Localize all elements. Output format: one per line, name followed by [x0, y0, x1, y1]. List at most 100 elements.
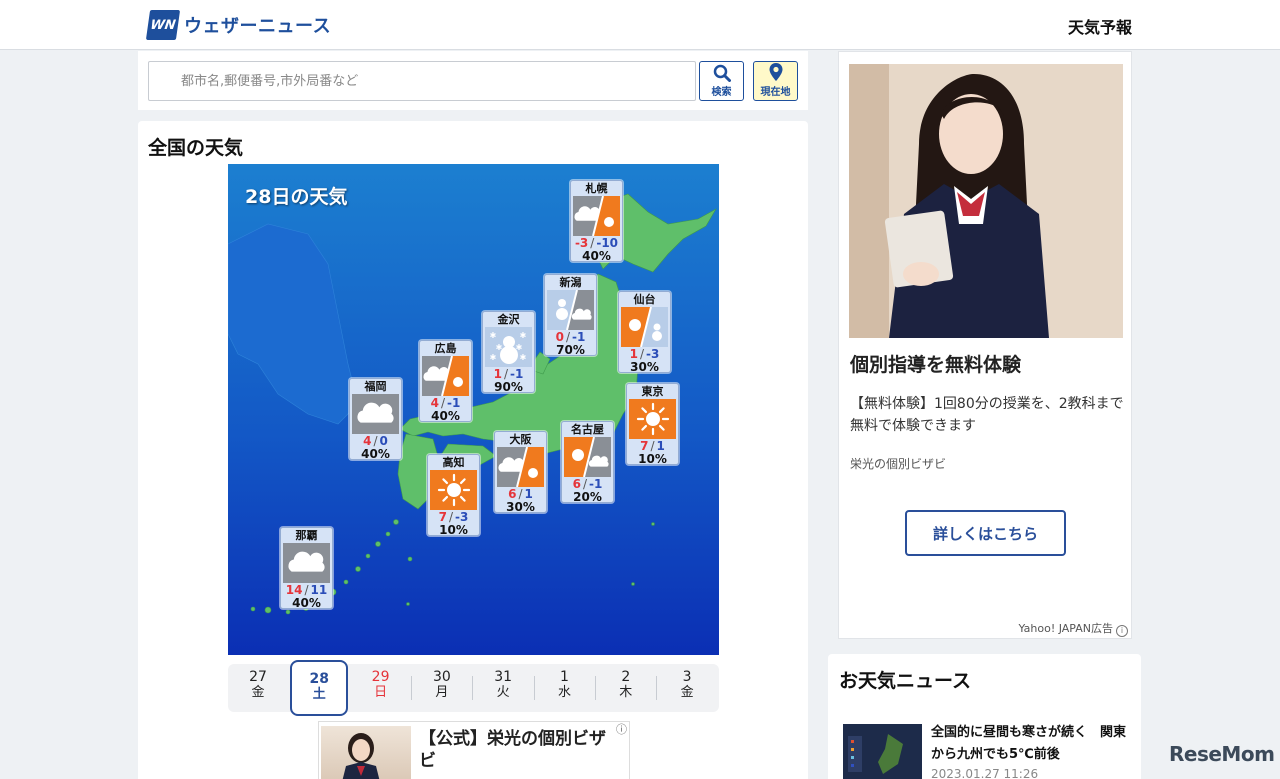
city-name: 高知 — [442, 456, 465, 469]
date-weekday: 火 — [496, 685, 510, 700]
high-temp: 6 — [508, 487, 517, 501]
date-weekday: 水 — [557, 685, 571, 700]
date-divider — [533, 676, 535, 700]
city-weather-card[interactable]: 広島 4/-1 40% — [419, 340, 472, 422]
news-headline[interactable]: 全国的に昼間も寒さが続く 関東から九州でも5℃前後 — [931, 722, 1131, 766]
high-temp: 4 — [363, 434, 372, 448]
city-weather-card[interactable]: 高知 7/-3 10% — [427, 454, 480, 536]
city-weather-card[interactable]: 東京 7/1 10% — [626, 383, 679, 465]
cloudy-then-sunny-icon — [573, 196, 620, 236]
map-title: 28日の天気 — [245, 186, 348, 208]
precip-chance: 40% — [582, 249, 611, 262]
ad-cta-button[interactable]: 詳しくはこちら — [905, 510, 1066, 556]
low-temp: -1 — [447, 396, 461, 410]
city-weather-card[interactable]: 札幌 -3/-10 40% — [570, 180, 623, 262]
city-weather-card[interactable]: 大阪 6/1 30% — [494, 431, 547, 513]
inline-ad-title: 【公式】栄光の個別ビザビ — [419, 729, 606, 771]
date-divider — [594, 676, 596, 700]
date-tab[interactable]: 2木 — [597, 670, 655, 706]
temperature: 1/-1 — [493, 367, 524, 381]
city-weather-card[interactable]: 新潟 0/-1 70% — [544, 274, 597, 356]
temperature: 14/11 — [285, 583, 328, 597]
temperature: 1/-3 — [629, 347, 660, 361]
city-weather-card[interactable]: 福岡 4/0 40% — [349, 378, 402, 460]
city-weather-card[interactable]: 名古屋 6/-1 20% — [561, 421, 614, 503]
high-temp: 7 — [438, 510, 447, 524]
site-logo[interactable]: WN ウェザーニュース — [145, 9, 332, 41]
date-weekday: 金 — [251, 685, 265, 700]
date-divider — [656, 676, 658, 700]
sidebar-ad[interactable]: 個別指導を無料体験 【無料体験】1回80分の授業を、2教科まで無料で体験できます… — [838, 51, 1132, 639]
current-location-label: 現在地 — [760, 87, 791, 98]
sunny-icon — [629, 399, 676, 439]
low-temp: -1 — [572, 330, 586, 344]
city-name: 広島 — [434, 342, 457, 355]
date-day: 29 — [371, 669, 390, 685]
date-day: 31 — [494, 669, 513, 685]
high-temp: -3 — [574, 236, 589, 250]
search-panel: 検索 現在地 — [138, 51, 808, 110]
ad-thumbnail — [321, 726, 411, 779]
precip-chance: 10% — [638, 452, 667, 465]
ad-info-icon[interactable]: ⓘ — [616, 721, 627, 737]
city-weather-card[interactable]: 金沢 ✱ ✱ ✱ ✱ ✱ ✱ 1/-1 90% — [482, 311, 535, 393]
watermark: ReseMom — [1169, 742, 1275, 766]
snow-icon: ✱ ✱ ✱ ✱ ✱ ✱ — [485, 327, 532, 367]
temperature: 6/1 — [508, 487, 533, 501]
search-input[interactable] — [148, 61, 696, 101]
date-tab[interactable]: 29 日 — [352, 670, 410, 706]
date-selector: 27 金 28 土 29 日 30 月 31 火 1 水 2 木 3 金 — [228, 660, 719, 716]
precip-chance: 40% — [361, 447, 390, 460]
date-tab[interactable]: 31 火 — [474, 670, 532, 706]
city-name: 那覇 — [295, 529, 318, 542]
weather-map[interactable]: 28日の天気 札幌 -3/-10 40% 新潟 0/-1 70% 仙台 1/-3 3… — [228, 164, 719, 655]
precip-chance: 40% — [431, 409, 460, 422]
low-temp: -3 — [646, 347, 660, 361]
date-divider — [410, 676, 412, 700]
precip-chance: 10% — [439, 523, 468, 536]
date-tab[interactable]: 27 金 — [229, 670, 287, 706]
low-temp: 1 — [524, 487, 533, 501]
cloudy-then-sunny-icon — [497, 447, 544, 487]
temperature: -3/-10 — [574, 236, 619, 250]
high-temp: 14 — [285, 583, 303, 597]
ad-label[interactable]: Yahoo! JAPAN広告 — [1018, 620, 1113, 636]
current-location-button[interactable]: 現在地 — [753, 61, 798, 101]
date-day: 30 — [432, 669, 451, 685]
news-section-title: お天気ニュース — [839, 670, 972, 692]
news-thumbnail[interactable] — [843, 724, 922, 779]
svg-text:✱: ✱ — [490, 353, 497, 362]
temperature: 7/1 — [640, 439, 665, 453]
date-tab[interactable]: 30 月 — [413, 670, 471, 706]
low-temp: -3 — [455, 510, 469, 524]
city-weather-card[interactable]: 仙台 1/-3 30% — [618, 291, 671, 373]
nav-weather-forecast[interactable]: 天気予報 — [1068, 14, 1132, 38]
city-weather-card[interactable]: 那覇 14/11 40% — [280, 527, 333, 609]
high-temp: 4 — [430, 396, 439, 410]
date-tab[interactable]: 1水 — [536, 670, 594, 706]
date-tab[interactable]: 28 土 — [290, 660, 349, 716]
low-temp: -1 — [589, 477, 603, 491]
date-day: 28 — [309, 671, 330, 687]
svg-text:✱: ✱ — [490, 331, 497, 340]
high-temp: 7 — [640, 439, 649, 453]
date-tab[interactable]: 3金 — [658, 670, 716, 706]
ad-info-icon[interactable]: i — [1116, 625, 1128, 637]
low-temp: 11 — [310, 583, 328, 597]
site-header: WN ウェザーニュース 天気予報 — [0, 0, 1280, 50]
temperature: 6/-1 — [572, 477, 603, 491]
sunny-then-snow-icon — [621, 307, 668, 347]
city-name: 福岡 — [364, 380, 387, 393]
logo-text: ウェザーニュース — [184, 16, 332, 37]
date-weekday: 日 — [374, 685, 388, 700]
high-temp: 1 — [629, 347, 638, 361]
search-icon — [713, 64, 731, 82]
date-day: 27 — [249, 669, 267, 685]
search-button[interactable]: 検索 — [699, 61, 744, 101]
date-day: 1 — [560, 669, 569, 685]
high-temp: 0 — [555, 330, 564, 344]
temperature: 7/-3 — [438, 510, 469, 524]
high-temp: 1 — [493, 367, 502, 381]
location-pin-icon — [769, 63, 782, 81]
inline-ad[interactable]: 【公式】栄光の個別ビザビ ⓘ — [318, 721, 630, 779]
